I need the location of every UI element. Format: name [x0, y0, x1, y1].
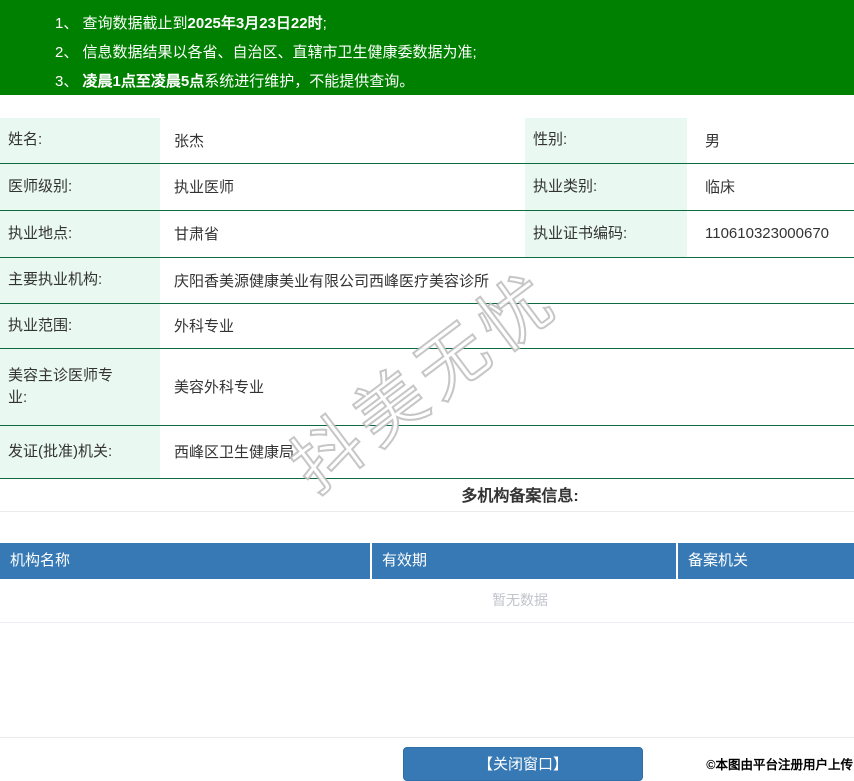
table-row: 发证(批准)机关: 西峰区卫生健康局: [0, 425, 854, 478]
empty-data-text: 暂无数据: [0, 579, 854, 623]
notice-line-1: 1、 查询数据截止到2025年3月23日22时;: [55, 9, 844, 38]
issuer-value: 西峰区卫生健康局: [160, 425, 854, 478]
cosmetic-specialty-label: 美容主诊医师专业:: [0, 348, 160, 425]
cert-number-label: 执业证书编码:: [525, 210, 687, 257]
spacer: [0, 623, 854, 737]
name-label: 姓名:: [0, 118, 160, 163]
level-label: 医师级别:: [0, 163, 160, 210]
divider: [0, 737, 854, 738]
notice-1-post: ;: [323, 15, 327, 32]
divider: [0, 511, 854, 512]
notice-line-3: 3、 凌晨1点至凌晨5点系统进行维护，不能提供查询。: [55, 67, 844, 96]
location-value: 甘肃省: [160, 210, 525, 257]
notice-banner: 1、 查询数据截止到2025年3月23日22时; 2、 信息数据结果以各省、自治…: [0, 0, 854, 95]
location-label: 执业地点:: [0, 210, 160, 257]
table-row: 执业范围: 外科专业: [0, 303, 854, 348]
notice-1-text: 1、 查询数据截止到: [55, 15, 188, 32]
level-value: 执业医师: [160, 163, 525, 210]
close-window-button[interactable]: 【关闭窗口】: [403, 747, 643, 781]
cosmetic-specialty-value: 美容外科专业: [160, 348, 854, 425]
table-row: 美容主诊医师专业: 美容外科专业: [0, 348, 854, 425]
column-header-org-name: 机构名称: [0, 543, 370, 579]
copyright-stamp: ©本图由平台注册用户上传: [706, 754, 853, 773]
doctor-info-table: 姓名: 张杰 性别: 男 医师级别: 执业医师 执业类别: 临床 执业地点: 甘…: [0, 118, 854, 479]
category-label: 执业类别:: [525, 163, 687, 210]
notice-3-text: 3、: [55, 73, 83, 90]
column-header-validity: 有效期: [370, 543, 676, 579]
notice-line-2: 2、 信息数据结果以各省、自治区、直辖市卫生健康委数据为准;: [55, 38, 844, 67]
cert-number-value: 110610323000670: [687, 210, 854, 257]
table-row: 姓名: 张杰 性别: 男: [0, 118, 854, 163]
issuer-label: 发证(批准)机关:: [0, 425, 160, 478]
table-row: 医师级别: 执业医师 执业类别: 临床: [0, 163, 854, 210]
name-value: 张杰: [160, 118, 525, 163]
main-org-value: 庆阳香美源健康美业有限公司西峰医疗美容诊所: [160, 257, 854, 303]
table-row: 主要执业机构: 庆阳香美源健康美业有限公司西峰医疗美容诊所: [0, 257, 854, 303]
main-org-label: 主要执业机构:: [0, 257, 160, 303]
gender-label: 性别:: [525, 118, 687, 163]
notice-3-bold: 凌晨1点至凌晨5点: [83, 73, 205, 90]
table-row: 执业地点: 甘肃省 执业证书编码: 110610323000670: [0, 210, 854, 257]
notice-3-post: 系统进行维护，不能提供查询。: [204, 73, 414, 90]
scope-value: 外科专业: [160, 303, 854, 348]
gender-value: 男: [687, 118, 854, 163]
category-value: 临床: [687, 163, 854, 210]
multi-org-table-header: 机构名称 有效期 备案机关: [0, 543, 854, 579]
scope-label: 执业范围:: [0, 303, 160, 348]
notice-1-bold: 2025年3月23日22时: [188, 15, 323, 32]
multi-org-heading: 多机构备案信息:: [0, 487, 854, 507]
notice-2-text: 2、 信息数据结果以各省、自治区、直辖市卫生健康委数据为准;: [55, 44, 477, 61]
column-header-filing-authority: 备案机关: [676, 543, 854, 579]
